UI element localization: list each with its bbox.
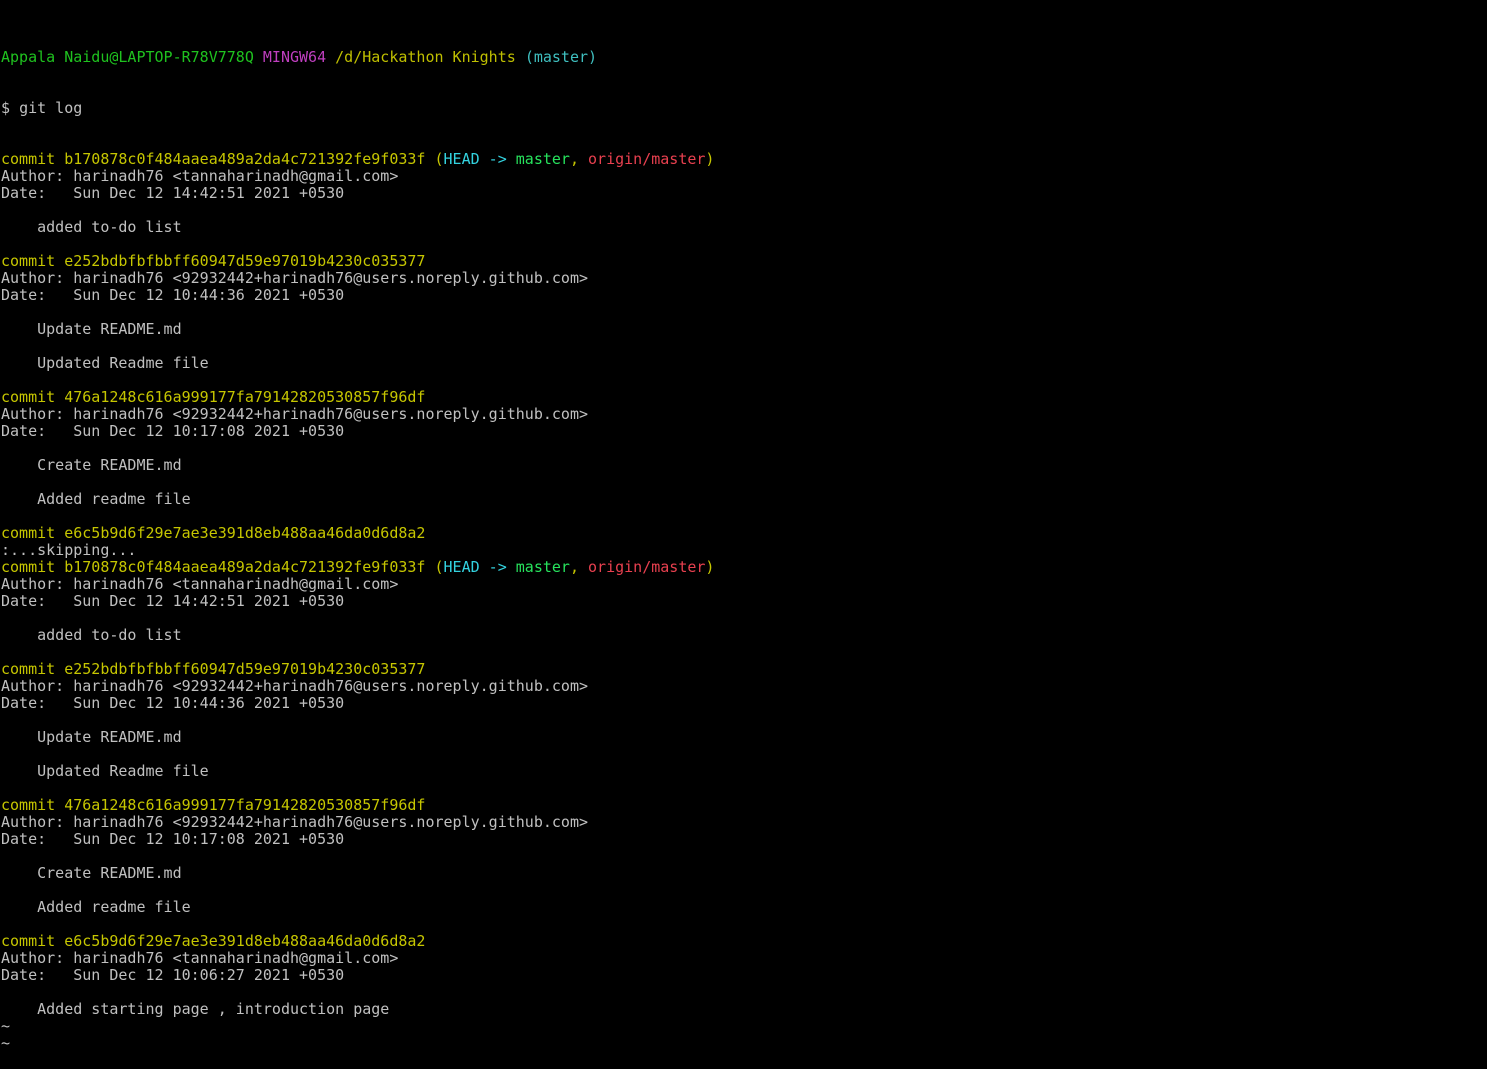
- refs-close-paren: ): [705, 150, 715, 168]
- commit-message-line: Added readme file: [1, 898, 191, 916]
- commit-message-line: Updated Readme file: [1, 762, 209, 780]
- commit-hash: e6c5b9d6f29e7ae3e391d8eb488aa46da0d6d8a2: [64, 524, 426, 542]
- commit-line: commit e252bdbfbfbbff60947d59e97019b4230…: [1, 253, 1487, 270]
- date-line: Date: Sun Dec 12 14:42:51 2021 +0530: [1, 592, 345, 610]
- commit-line: commit b170878c0f484aaea489a2da4c721392f…: [1, 559, 1487, 576]
- commit-keyword: commit: [1, 796, 56, 814]
- ref-arrow: ->: [488, 558, 507, 576]
- refs-close-paren: ): [705, 558, 715, 576]
- ref-arrow: ->: [488, 150, 507, 168]
- commit-hash: e6c5b9d6f29e7ae3e391d8eb488aa46da0d6d8a2: [64, 932, 426, 950]
- ref-local-branch: master: [515, 150, 570, 168]
- author-line: Author: harinadh76 <tannaharinadh@gmail.…: [1, 167, 399, 185]
- pager-tilde-line: ~: [1, 1034, 11, 1052]
- commit-message-line: Added starting page , introduction page: [1, 1000, 390, 1018]
- ref-separator: ,: [569, 150, 579, 168]
- author-line: Author: harinadh76 <tannaharinadh@gmail.…: [1, 949, 399, 967]
- ref-remote-branch: origin/master: [588, 558, 706, 576]
- commit-keyword: commit: [1, 524, 56, 542]
- commit-message-line: Update README.md: [1, 320, 182, 338]
- git-log-output: commit b170878c0f484aaea489a2da4c721392f…: [1, 151, 1487, 1052]
- date-line: Date: Sun Dec 12 10:44:36 2021 +0530: [1, 694, 345, 712]
- commit-message-line: Create README.md: [1, 864, 182, 882]
- commit-hash: e252bdbfbfbbff60947d59e97019b4230c035377: [64, 660, 426, 678]
- commit-message-line: added to-do list: [1, 218, 182, 236]
- commit-keyword: commit: [1, 252, 56, 270]
- commit-keyword: commit: [1, 558, 56, 576]
- commit-hash: 476a1248c616a999177fa79142820530857f96df: [64, 796, 426, 814]
- commit-refs: (HEAD -> master, origin/master): [434, 558, 714, 576]
- date-line: Date: Sun Dec 12 10:17:08 2021 +0530: [1, 830, 345, 848]
- prompt-path: /d/Hackathon Knights: [335, 48, 516, 66]
- commit-keyword: commit: [1, 150, 56, 168]
- prompt-symbol: $: [1, 99, 11, 117]
- commit-message-line: Updated Readme file: [1, 354, 209, 372]
- commit-line: commit e252bdbfbfbbff60947d59e97019b4230…: [1, 661, 1487, 678]
- command-line[interactable]: $ git log: [1, 100, 1487, 117]
- refs-open-paren: (: [434, 558, 444, 576]
- pager-tilde-line: ~: [1, 1017, 11, 1035]
- pager-skipping-line: :...skipping...: [1, 541, 137, 559]
- commit-message-line: added to-do list: [1, 626, 182, 644]
- date-line: Date: Sun Dec 12 10:17:08 2021 +0530: [1, 422, 345, 440]
- commit-hash: e252bdbfbfbbff60947d59e97019b4230c035377: [64, 252, 426, 270]
- author-line: Author: harinadh76 <tannaharinadh@gmail.…: [1, 575, 399, 593]
- commit-hash: 476a1248c616a999177fa79142820530857f96df: [64, 388, 426, 406]
- author-line: Author: harinadh76 <92932442+harinadh76@…: [1, 677, 588, 695]
- commit-keyword: commit: [1, 932, 56, 950]
- commit-line: commit e6c5b9d6f29e7ae3e391d8eb488aa46da…: [1, 933, 1487, 950]
- date-line: Date: Sun Dec 12 10:44:36 2021 +0530: [1, 286, 345, 304]
- ref-local-branch: master: [515, 558, 570, 576]
- prompt-line: Appala Naidu@LAPTOP-R78V778Q MINGW64 /d/…: [1, 49, 1487, 66]
- author-line: Author: harinadh76 <92932442+harinadh76@…: [1, 269, 588, 287]
- commit-keyword: commit: [1, 660, 56, 678]
- author-line: Author: harinadh76 <92932442+harinadh76@…: [1, 813, 588, 831]
- commit-message-line: Create README.md: [1, 456, 182, 474]
- commit-line: commit 476a1248c616a999177fa791428205308…: [1, 389, 1487, 406]
- ref-head: HEAD: [443, 150, 480, 168]
- commit-line: commit e6c5b9d6f29e7ae3e391d8eb488aa46da…: [1, 525, 1487, 542]
- terminal-window[interactable]: Appala Naidu@LAPTOP-R78V778Q MINGW64 /d/…: [1, 15, 1487, 1052]
- prompt-system: MINGW64: [262, 48, 327, 66]
- refs-open-paren: (: [434, 150, 444, 168]
- ref-remote-branch: origin/master: [588, 150, 706, 168]
- ref-separator: ,: [569, 558, 579, 576]
- date-line: Date: Sun Dec 12 10:06:27 2021 +0530: [1, 966, 345, 984]
- ref-head: HEAD: [443, 558, 480, 576]
- commit-line: commit b170878c0f484aaea489a2da4c721392f…: [1, 151, 1487, 168]
- date-line: Date: Sun Dec 12 14:42:51 2021 +0530: [1, 184, 345, 202]
- commit-hash: b170878c0f484aaea489a2da4c721392fe9f033f: [64, 558, 426, 576]
- prompt-user-host: Appala Naidu@LAPTOP-R78V778Q: [1, 48, 254, 66]
- prompt-branch: (master): [524, 48, 598, 66]
- commit-message-line: Update README.md: [1, 728, 182, 746]
- commit-hash: b170878c0f484aaea489a2da4c721392fe9f033f: [64, 150, 426, 168]
- author-line: Author: harinadh76 <92932442+harinadh76@…: [1, 405, 588, 423]
- command-text: git log: [19, 99, 83, 117]
- commit-keyword: commit: [1, 388, 56, 406]
- commit-line: commit 476a1248c616a999177fa791428205308…: [1, 797, 1487, 814]
- commit-refs: (HEAD -> master, origin/master): [434, 150, 714, 168]
- commit-message-line: Added readme file: [1, 490, 191, 508]
